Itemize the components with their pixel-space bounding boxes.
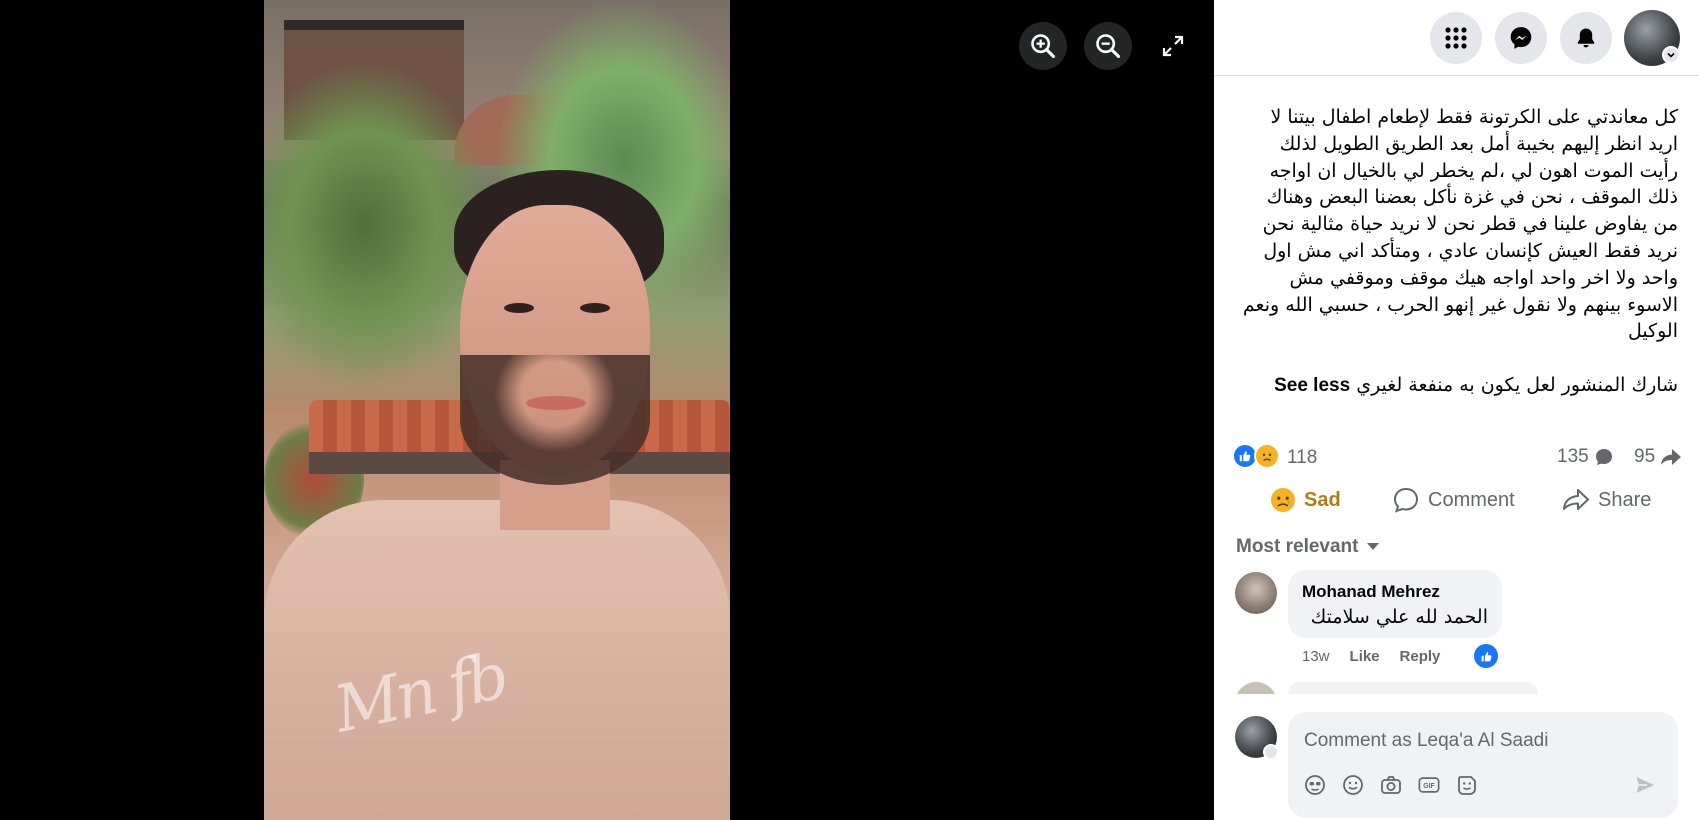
caret-down-icon: [1367, 543, 1380, 550]
reaction-count[interactable]: 118: [1287, 447, 1317, 469]
see-less-link[interactable]: See less: [1274, 375, 1350, 396]
comment-count-value: 135: [1557, 446, 1589, 467]
current-user-caret[interactable]: [1263, 744, 1279, 760]
zoom-out-button[interactable]: [1084, 22, 1132, 70]
comment-composer: GIF: [1288, 712, 1678, 818]
post-side-panel: كل معاندتي على الكرتونة فقط لإطعام اطفال…: [1214, 0, 1699, 820]
share-count[interactable]: 95: [1634, 446, 1682, 468]
post-share-line: شارك المنشور لعل يكون به منفعة لغيري See…: [1238, 374, 1678, 397]
messenger-icon: [1510, 27, 1532, 49]
share-label: Share: [1598, 488, 1652, 511]
zoom-in-icon: [1031, 34, 1056, 59]
comment-meta: 13w Like Reply: [1302, 648, 1440, 665]
avatar-sticker-icon: [1305, 775, 1325, 795]
share-arrow-icon: [1661, 449, 1682, 465]
comment-reply-button[interactable]: Reply: [1400, 648, 1441, 665]
sad-reaction-button[interactable]: Sad: [1270, 480, 1341, 520]
camera-icon: [1381, 776, 1401, 794]
gif-button[interactable]: GIF: [1418, 774, 1440, 796]
emoji-button[interactable]: [1342, 774, 1364, 796]
messenger-button[interactable]: [1495, 12, 1547, 64]
comment-sort-dropdown[interactable]: Most relevant: [1236, 536, 1380, 558]
post-actions-bar: Sad Comment Share: [1214, 480, 1699, 520]
share-count-value: 95: [1634, 446, 1656, 467]
bell-icon: [1577, 28, 1595, 48]
emoji-icon: [1343, 775, 1363, 795]
svg-text:GIF: GIF: [1423, 783, 1434, 790]
zoom-in-button[interactable]: [1019, 22, 1067, 70]
comment-bubble: Mohanad Mehrez الحمد لله علي سلامتك: [1288, 570, 1502, 638]
account-caret[interactable]: [1662, 46, 1680, 64]
share-request-text: شارك المنشور لعل يكون به منفعة لغيري: [1356, 374, 1678, 396]
gif-icon: GIF: [1418, 777, 1440, 793]
chevron-down-icon: [1667, 52, 1675, 58]
sad-reaction-icon[interactable]: [1254, 443, 1280, 469]
notifications-button[interactable]: [1560, 12, 1612, 64]
send-icon: [1636, 777, 1654, 793]
send-comment-button[interactable]: [1632, 772, 1658, 798]
next-comment-bubble-partial: [1288, 682, 1538, 694]
avatar-sticker-button[interactable]: [1304, 774, 1326, 796]
comment-author-name[interactable]: Mohanad Mehrez: [1302, 582, 1488, 602]
photo-button[interactable]: [1380, 774, 1402, 796]
sort-label: Most relevant: [1236, 536, 1359, 557]
comment-author-avatar[interactable]: [1235, 572, 1277, 614]
comment-input[interactable]: [1304, 726, 1644, 756]
composer-tools: GIF: [1304, 774, 1478, 796]
share-button[interactable]: Share: [1562, 480, 1651, 520]
comment-bubble-icon: [1595, 449, 1612, 465]
comment-like-reaction-icon[interactable]: [1474, 644, 1498, 668]
comment-time[interactable]: 13w: [1302, 648, 1330, 665]
sad-label: Sad: [1304, 488, 1341, 511]
grid-menu-icon: [1445, 27, 1467, 49]
fullscreen-icon: [1162, 35, 1184, 57]
share-icon: [1563, 489, 1589, 510]
photo-viewer: Mn fb: [0, 0, 1214, 820]
scroll-fade: [1214, 694, 1699, 708]
zoom-out-icon: [1096, 34, 1121, 59]
sad-face-icon: [1271, 488, 1295, 512]
comment-icon: [1393, 487, 1419, 513]
comment-count[interactable]: 135: [1557, 446, 1614, 468]
menu-button[interactable]: [1430, 12, 1482, 64]
comment-text: الحمد لله علي سلامتك: [1310, 606, 1488, 628]
comment-label: Comment: [1428, 488, 1515, 511]
sticker-icon: [1458, 776, 1476, 795]
comment-like-button[interactable]: Like: [1350, 648, 1380, 665]
fullscreen-button[interactable]: [1149, 22, 1197, 70]
comment-button[interactable]: Comment: [1392, 480, 1515, 520]
post-photo[interactable]: Mn fb: [264, 0, 730, 820]
top-bar: [1214, 0, 1699, 76]
sticker-button[interactable]: [1456, 774, 1478, 796]
post-body-text: كل معاندتي على الكرتونة فقط لإطعام اطفال…: [1242, 106, 1678, 343]
